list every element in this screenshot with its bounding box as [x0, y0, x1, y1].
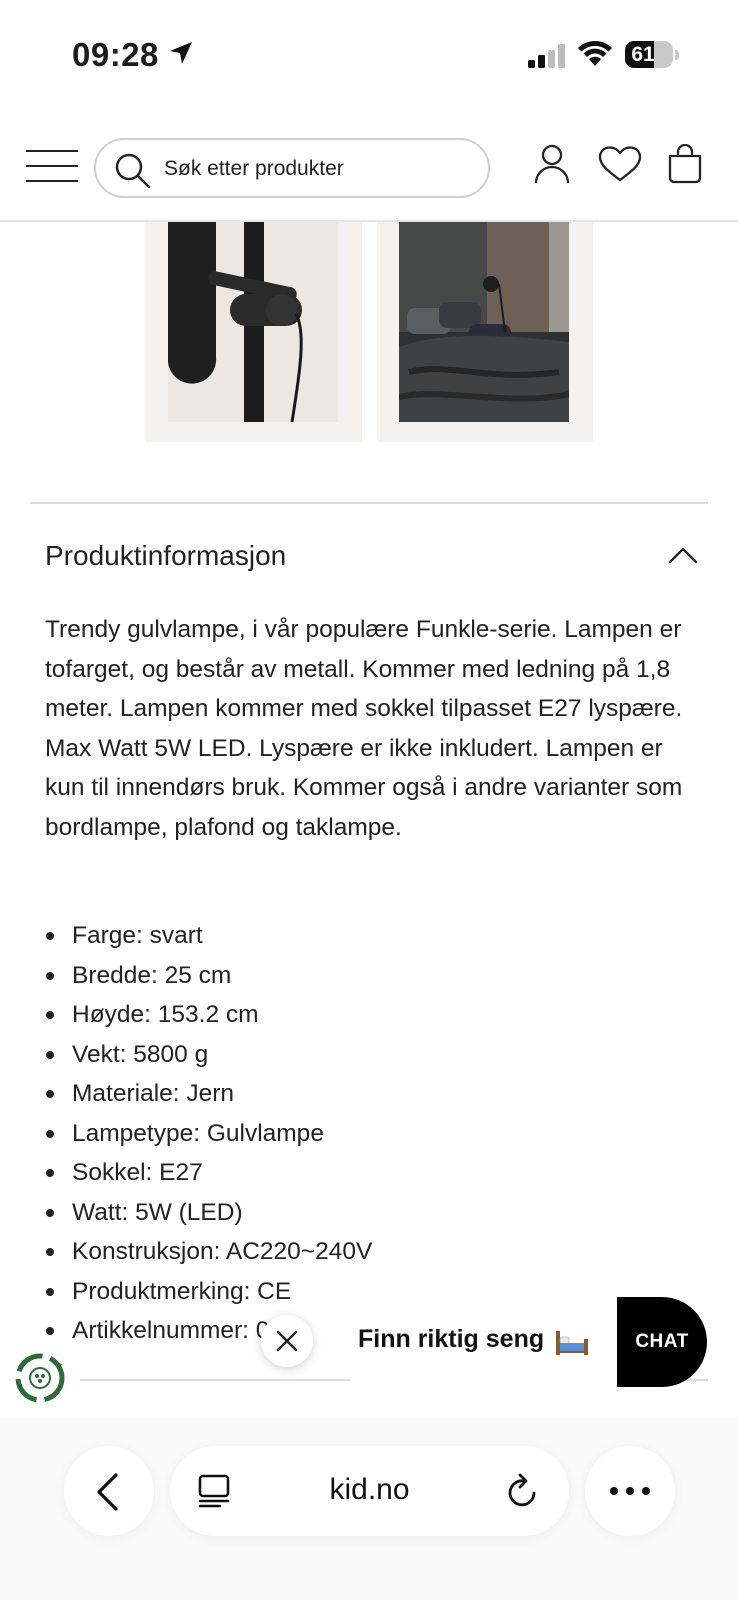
heart-icon[interactable] [598, 146, 642, 182]
spec-item: Sokkel: E27 [45, 1153, 705, 1193]
chat-prompt-text: Finn riktig seng [358, 1325, 545, 1353]
more-icon [610, 1487, 650, 1495]
thumbnail-lamp-detail[interactable] [146, 222, 362, 442]
spec-item: Watt: 5W (LED) [45, 1193, 705, 1233]
close-icon [276, 1330, 298, 1352]
bed-icon [556, 1331, 588, 1355]
spec-item: Materiale: Jern [45, 1074, 705, 1114]
spec-item: Bredde: 25 cm [45, 956, 705, 996]
spec-item: Konstruksjon: AC220~240V [45, 1232, 705, 1272]
battery-level: 61 [631, 43, 655, 66]
chat-prompt[interactable]: Finn riktig seng [330, 1297, 630, 1387]
back-button[interactable] [64, 1446, 154, 1536]
spec-item: Lampetype: Gulvlampe [45, 1114, 705, 1154]
spec-item: Høyde: 153.2 cm [45, 995, 705, 1035]
site-header: Søk etter produkter [0, 108, 738, 222]
wifi-icon [578, 40, 612, 66]
spec-item: Vekt: 5800 g [45, 1035, 705, 1075]
address-bar[interactable]: kid.no [170, 1446, 569, 1536]
battery-icon: 61 [625, 41, 673, 68]
search-icon [115, 153, 151, 189]
product-description: Trendy gulvlampe, i vår populære Funkle-… [45, 616, 683, 841]
spec-list: Farge: svart Bredde: 25 cm Høyde: 153.2 … [45, 916, 705, 1351]
battery-tip [675, 50, 679, 60]
bag-icon[interactable] [668, 144, 702, 184]
status-time: 09:28 [72, 36, 159, 73]
search-input[interactable]: Søk etter produkter [94, 138, 490, 198]
account-icon[interactable] [534, 144, 570, 184]
chat-button[interactable]: CHAT [617, 1297, 707, 1387]
section-divider [30, 502, 708, 504]
more-button[interactable] [585, 1446, 675, 1536]
lamp-detail-image [168, 222, 338, 422]
thumbnail-bedroom[interactable] [377, 222, 593, 442]
chevron-up-icon[interactable] [668, 546, 698, 564]
bedroom-image [399, 222, 569, 422]
status-bar: 09:28 61 [0, 0, 738, 108]
chevron-left-icon [97, 1473, 118, 1511]
chat-close-button[interactable] [261, 1315, 313, 1367]
search-placeholder: Søk etter produkter [164, 157, 344, 180]
product-info-title[interactable]: Produktinformasjon [45, 540, 286, 572]
menu-icon[interactable] [26, 148, 80, 184]
spec-item: Farge: svart [45, 916, 705, 956]
reload-icon[interactable] [506, 1473, 540, 1509]
browser-toolbar: kid.no [0, 1418, 738, 1600]
signal-icon [528, 44, 565, 68]
location-arrow-icon [170, 42, 192, 64]
recycle-icon[interactable] [12, 1350, 68, 1406]
